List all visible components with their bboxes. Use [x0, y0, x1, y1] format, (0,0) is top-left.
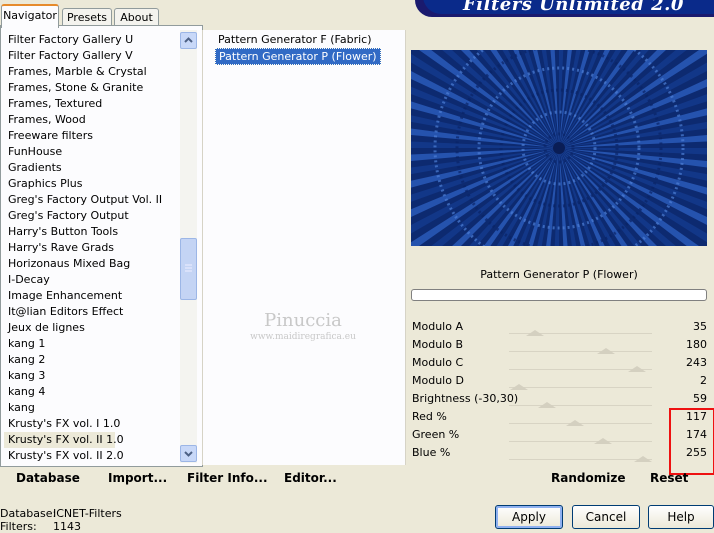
param-label: Red %: [412, 410, 447, 423]
param-label: Brightness (-30,30): [412, 392, 519, 405]
reset-label: Reset: [650, 471, 689, 485]
slider-track: [509, 459, 652, 460]
watermark-url: www.maidiregrafica.eu: [250, 332, 356, 342]
category-item[interactable]: kang 3: [8, 368, 45, 384]
param-label: Green %: [412, 428, 460, 441]
import-button[interactable]: Import...: [108, 471, 167, 485]
category-item[interactable]: Horizonaus Mixed Bag: [8, 256, 130, 272]
reset-button[interactable]: Reset: [650, 471, 688, 485]
scroll-thumb[interactable]: [180, 238, 197, 300]
editor-button[interactable]: Editor...: [284, 471, 337, 485]
filter-info-button[interactable]: Filter Info...: [187, 471, 268, 485]
category-item[interactable]: Frames, Marble & Crystal: [8, 64, 147, 80]
category-item[interactable]: Graphics Plus: [8, 176, 82, 192]
category-item[interactable]: kang 4: [8, 384, 45, 400]
category-item[interactable]: Image Enhancement: [8, 288, 122, 304]
tab-navigator[interactable]: Navigator: [1, 4, 59, 28]
slider-track: [509, 387, 652, 388]
randomize-label: Randomize: [551, 471, 626, 485]
category-item[interactable]: Frames, Textured: [8, 96, 102, 112]
param-row: Green % 174: [409, 426, 712, 444]
parameter-panel: Modulo A 35 Modulo B 180 Modulo C 243 Modulo D…: [409, 318, 712, 465]
preview-pattern: [411, 50, 707, 246]
category-item[interactable]: kang: [8, 400, 35, 416]
status-filters-label: Filters:: [0, 520, 37, 533]
category-item[interactable]: Jeux de lignes: [8, 320, 85, 336]
param-value[interactable]: 2: [700, 374, 707, 387]
tab-about[interactable]: About: [114, 8, 159, 26]
category-item[interactable]: Filter Factory Gallery V: [8, 48, 133, 64]
category-item[interactable]: Frames, Stone & Granite: [8, 80, 143, 96]
category-item-selected[interactable]: Krusty's FX vol. II 1.0: [4, 432, 124, 448]
help-button[interactable]: Help: [648, 505, 714, 529]
category-item[interactable]: Greg's Factory Output: [8, 208, 129, 224]
param-label: Modulo D: [412, 374, 464, 387]
filter-name-label: Pattern Generator P (Flower): [480, 268, 638, 281]
filter-item[interactable]: Pattern Generator F (Fabric): [215, 32, 375, 47]
category-item[interactable]: FunHouse: [8, 144, 62, 160]
param-label: Modulo C: [412, 356, 464, 369]
param-label: Modulo A: [412, 320, 463, 333]
scroll-up-button[interactable]: [180, 32, 197, 49]
category-item[interactable]: Harry's Rave Grads: [8, 240, 114, 256]
category-item[interactable]: kang 2: [8, 352, 45, 368]
param-value[interactable]: 35: [693, 320, 707, 333]
param-row: Brightness (-30,30) 59: [409, 390, 712, 408]
param-row: Modulo A 35: [409, 318, 712, 336]
import-label: Import...: [108, 471, 168, 485]
category-item[interactable]: Gradients: [8, 160, 62, 176]
progress-bar: [411, 289, 707, 301]
slider-track: [509, 441, 652, 442]
param-row: Modulo D 2: [409, 372, 712, 390]
tab-presets[interactable]: Presets: [62, 8, 112, 26]
category-item[interactable]: Krusty's FX vol. I 1.0: [8, 416, 120, 432]
app-title: Filters Unlimited 2.0: [463, 0, 684, 15]
preview-image: [411, 50, 707, 246]
scroll-down-button[interactable]: [180, 445, 197, 462]
status-filters-value: 1143: [53, 520, 81, 533]
category-item[interactable]: Frames, Wood: [8, 112, 86, 128]
category-item[interactable]: Krusty's FX vol. II 2.0: [8, 448, 124, 464]
filter-list[interactable]: Pattern Generator F (Fabric) Pattern Gen…: [202, 30, 406, 465]
category-item[interactable]: Filter Factory Gallery U: [8, 32, 133, 48]
filter-item-selected[interactable]: Pattern Generator P (Flower): [215, 48, 381, 65]
status-database-label: Database:: [0, 507, 57, 520]
param-row: Blue % 255: [409, 444, 712, 462]
category-item[interactable]: It@lian Editors Effect: [8, 304, 123, 320]
param-value[interactable]: 180: [686, 338, 707, 351]
app-header: Filters Unlimited 2.0: [415, 0, 714, 17]
category-item[interactable]: Freeware filters: [8, 128, 93, 144]
param-row: Red % 117: [409, 408, 712, 426]
param-value[interactable]: 59: [693, 392, 707, 405]
database-button[interactable]: Database: [16, 471, 80, 485]
pattern-center: [553, 142, 565, 154]
filter-info-label: Filter Info...: [187, 471, 268, 485]
param-label: Modulo B: [412, 338, 464, 351]
slider-thumb[interactable]: [634, 456, 652, 462]
cancel-button[interactable]: Cancel: [572, 505, 640, 529]
chevron-down-icon: [184, 451, 193, 457]
param-row: Modulo B 180: [409, 336, 712, 354]
param-value[interactable]: 243: [686, 356, 707, 369]
category-scrollbar[interactable]: [180, 30, 197, 463]
param-slider[interactable]: [509, 456, 652, 462]
slider-track: [509, 351, 652, 352]
apply-button[interactable]: Apply: [495, 505, 563, 529]
chevron-up-icon: [184, 37, 193, 43]
category-item[interactable]: kang 1: [8, 336, 45, 352]
category-item[interactable]: I-Decay: [8, 272, 50, 288]
database-label: Database: [16, 471, 80, 485]
param-row: Modulo C 243: [409, 354, 712, 372]
status-database-value: ICNET-Filters: [53, 507, 122, 520]
param-label: Blue %: [412, 446, 451, 459]
editor-label: Editor...: [284, 471, 337, 485]
watermark-name: Pinuccia: [264, 310, 342, 331]
grip-icon: [185, 264, 192, 272]
category-item[interactable]: Greg's Factory Output Vol. II: [8, 192, 162, 208]
highlight-box: [669, 408, 714, 475]
category-list[interactable]: Filter Factory Gallery U Filter Factory G…: [0, 30, 180, 465]
category-item[interactable]: Harry's Button Tools: [8, 224, 118, 240]
randomize-button[interactable]: Randomize: [551, 471, 625, 485]
slider-track: [509, 405, 652, 406]
